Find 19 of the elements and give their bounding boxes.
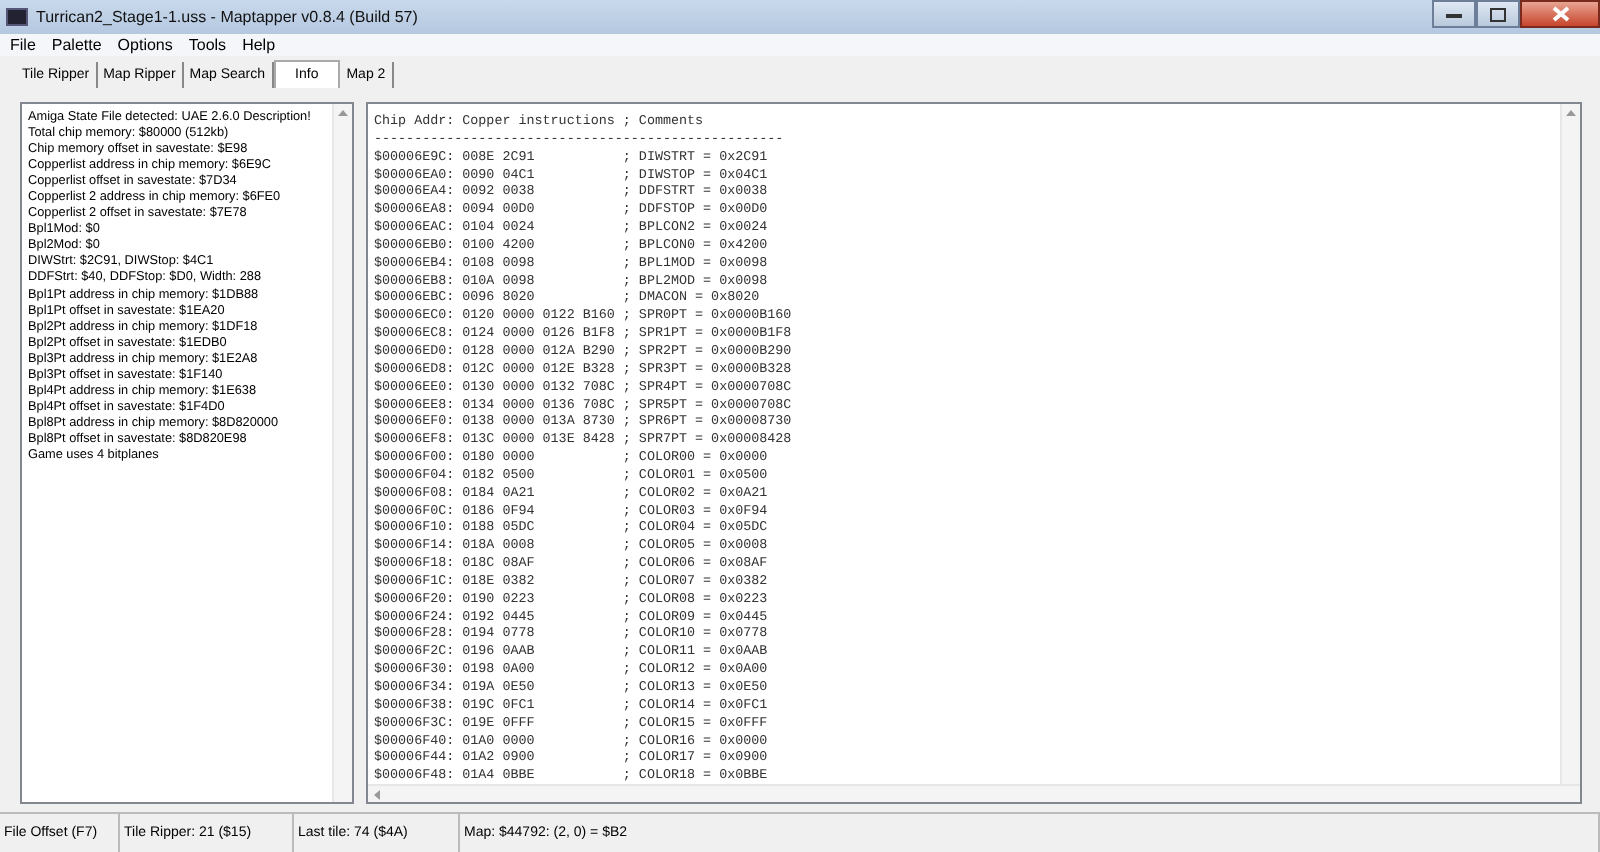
close-icon: [1551, 6, 1569, 22]
scrollbar[interactable]: [1560, 104, 1580, 784]
menu-item[interactable]: Options: [111, 34, 179, 56]
menu-item[interactable]: Palette: [45, 34, 108, 56]
maximize-icon: [1490, 7, 1506, 21]
minimize-icon: [1446, 11, 1462, 17]
scrollbar[interactable]: [332, 104, 352, 802]
menu-item[interactable]: Tools: [182, 34, 233, 56]
close-button[interactable]: [1520, 0, 1600, 28]
minimize-button[interactable]: [1432, 0, 1476, 28]
scrollbar[interactable]: [368, 784, 1580, 802]
menu-item[interactable]: Help: [236, 34, 282, 56]
scroll-left-icon[interactable]: [374, 789, 380, 799]
app-icon: [6, 8, 28, 26]
maximize-button[interactable]: [1476, 0, 1520, 28]
scroll-up-icon[interactable]: [1566, 110, 1576, 116]
window-title: Turrican2_Stage1-1.uss - Maptapper v0.8.4 (Build 57): [36, 5, 418, 29]
menu-item[interactable]: File: [4, 34, 42, 56]
scroll-up-icon[interactable]: [338, 110, 348, 116]
